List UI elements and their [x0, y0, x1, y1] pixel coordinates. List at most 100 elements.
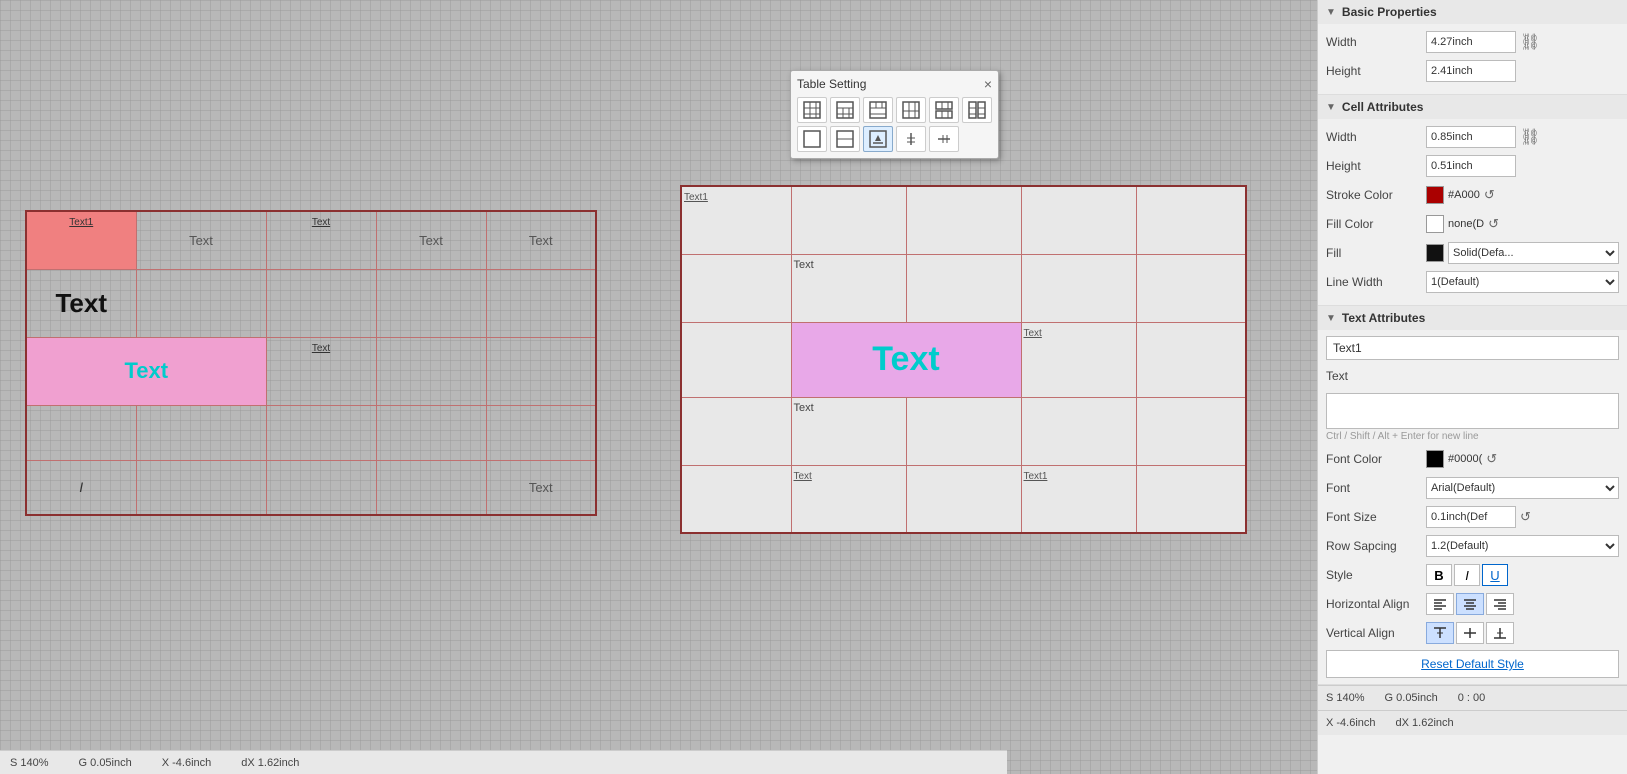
- align-center-button[interactable]: [1456, 593, 1484, 615]
- stroke-color-swatch[interactable]: [1426, 186, 1444, 204]
- rtable-cell-3-2[interactable]: [906, 397, 1021, 465]
- bold-button[interactable]: B: [1426, 564, 1452, 586]
- left-cell-3-0[interactable]: [26, 405, 136, 460]
- left-cell-1-3[interactable]: [376, 269, 486, 337]
- left-cell-4-3[interactable]: [376, 460, 486, 515]
- align-right-button[interactable]: [1486, 593, 1514, 615]
- rtable-cell-0-1[interactable]: [791, 186, 906, 254]
- rtable-cell-2-4[interactable]: [1136, 322, 1246, 397]
- font-size-input[interactable]: [1426, 506, 1516, 528]
- cell-link-icon[interactable]: ⛓: [1520, 127, 1540, 147]
- rtable-cell-1-3[interactable]: [1021, 254, 1136, 322]
- rtable-cell-0-0[interactable]: Text1: [681, 186, 791, 254]
- rtable-cell-4-3[interactable]: Text1: [1021, 465, 1136, 533]
- rtable-cell-0-2[interactable]: [906, 186, 1021, 254]
- rtable-cell-4-1[interactable]: Text: [791, 465, 906, 533]
- left-cell-0-4[interactable]: Text: [486, 211, 596, 269]
- rtable-cell-4-0[interactable]: [681, 465, 791, 533]
- left-table[interactable]: Text1 Text Text Text Text Text: [25, 210, 597, 516]
- left-cell-0-3[interactable]: Text: [376, 211, 486, 269]
- row-spacing-select[interactable]: 1.2(Default): [1426, 535, 1619, 557]
- cell-height-input[interactable]: [1426, 155, 1516, 177]
- text-attributes-header[interactable]: ▼ Text Attributes: [1318, 306, 1627, 330]
- left-cell-3-2[interactable]: [266, 405, 376, 460]
- rtable-cell-3-0[interactable]: [681, 397, 791, 465]
- rtable-cell-1-0[interactable]: [681, 254, 791, 322]
- left-cell-1-0[interactable]: Text: [26, 269, 136, 337]
- table-setting-close-button[interactable]: ×: [984, 77, 992, 91]
- height-input[interactable]: [1426, 60, 1516, 82]
- fill-color-swatch[interactable]: [1426, 215, 1444, 233]
- font-color-swatch[interactable]: [1426, 450, 1444, 468]
- left-cell-4-1[interactable]: [136, 460, 266, 515]
- ts-btn-3[interactable]: [863, 97, 893, 123]
- left-table-container[interactable]: Text1 Text Text Text Text Text: [25, 210, 597, 516]
- left-cell-1-2[interactable]: [266, 269, 376, 337]
- cell-large-text: Text: [55, 288, 107, 318]
- rtable-cell-4-2[interactable]: [906, 465, 1021, 533]
- valign-top-button[interactable]: [1426, 622, 1454, 644]
- ts-btn-7[interactable]: [797, 126, 827, 152]
- cell-attributes-header[interactable]: ▼ Cell Attributes: [1318, 95, 1627, 119]
- rtable-cell-4-4[interactable]: [1136, 465, 1246, 533]
- rtable-cell-2-0[interactable]: [681, 322, 791, 397]
- ts-btn-2[interactable]: [830, 97, 860, 123]
- rtable-merged-cell[interactable]: Text: [791, 322, 1021, 397]
- left-cell-merged[interactable]: Text: [26, 337, 266, 405]
- ts-btn-4[interactable]: [896, 97, 926, 123]
- rtable-cell-1-4[interactable]: [1136, 254, 1246, 322]
- reset-default-style-button[interactable]: Reset Default Style: [1326, 650, 1619, 678]
- valign-bottom-button[interactable]: [1486, 622, 1514, 644]
- underline-button[interactable]: U: [1482, 564, 1508, 586]
- left-cell-2-2[interactable]: Text: [266, 337, 376, 405]
- italic-button[interactable]: I: [1454, 564, 1480, 586]
- left-cell-1-4[interactable]: [486, 269, 596, 337]
- ts-btn-11[interactable]: [929, 126, 959, 152]
- valign-middle-button[interactable]: [1456, 622, 1484, 644]
- left-cell-2-3[interactable]: [376, 337, 486, 405]
- cell-width-label: Width: [1326, 130, 1426, 144]
- text-edit-area[interactable]: [1326, 393, 1619, 429]
- left-cell-4-4[interactable]: Text: [486, 460, 596, 515]
- left-cell-4-0[interactable]: I: [26, 460, 136, 515]
- right-table-container[interactable]: Text1 Text Text: [680, 185, 1247, 534]
- font-color-refresh[interactable]: ↺: [1486, 451, 1497, 467]
- ts-btn-6[interactable]: [962, 97, 992, 123]
- ts-btn-1[interactable]: [797, 97, 827, 123]
- rtable-cell-2-3[interactable]: Text: [1021, 322, 1136, 397]
- left-cell-4-2[interactable]: [266, 460, 376, 515]
- left-cell-3-1[interactable]: [136, 405, 266, 460]
- rtable-cell-1-1[interactable]: Text: [791, 254, 906, 322]
- fill-style-swatch[interactable]: [1426, 244, 1444, 262]
- ts-btn-8[interactable]: [830, 126, 860, 152]
- canvas-area[interactable]: Table Setting ×: [0, 0, 1317, 774]
- left-cell-0-2[interactable]: Text: [266, 211, 376, 269]
- width-input[interactable]: [1426, 31, 1516, 53]
- line-width-select[interactable]: 1(Default): [1426, 271, 1619, 293]
- ts-btn-5[interactable]: [929, 97, 959, 123]
- fill-color-refresh[interactable]: ↺: [1488, 216, 1499, 232]
- link-icon[interactable]: ⛓: [1520, 32, 1540, 52]
- left-cell-3-4[interactable]: [486, 405, 596, 460]
- rtable-cell-0-4[interactable]: [1136, 186, 1246, 254]
- ts-btn-10[interactable]: [896, 126, 926, 152]
- left-cell-3-3[interactable]: [376, 405, 486, 460]
- rtable-cell-0-3[interactable]: [1021, 186, 1136, 254]
- ts-btn-9[interactable]: [863, 126, 893, 152]
- left-cell-0-0[interactable]: Text1: [26, 211, 136, 269]
- rtable-cell-3-1[interactable]: Text: [791, 397, 906, 465]
- left-cell-0-1[interactable]: Text: [136, 211, 266, 269]
- align-left-button[interactable]: [1426, 593, 1454, 615]
- cell-width-input[interactable]: [1426, 126, 1516, 148]
- stroke-color-refresh[interactable]: ↺: [1484, 187, 1495, 203]
- left-cell-1-1[interactable]: [136, 269, 266, 337]
- rtable-cell-1-2[interactable]: [906, 254, 1021, 322]
- fill-select[interactable]: Solid(Defa...: [1448, 242, 1619, 264]
- left-cell-2-4[interactable]: [486, 337, 596, 405]
- rtable-cell-3-4[interactable]: [1136, 397, 1246, 465]
- font-select[interactable]: Arial(Default): [1426, 477, 1619, 499]
- font-size-refresh[interactable]: ↺: [1520, 509, 1531, 525]
- right-table[interactable]: Text1 Text Text: [680, 185, 1247, 534]
- basic-properties-header[interactable]: ▼ Basic Properties: [1318, 0, 1627, 24]
- rtable-cell-3-3[interactable]: [1021, 397, 1136, 465]
